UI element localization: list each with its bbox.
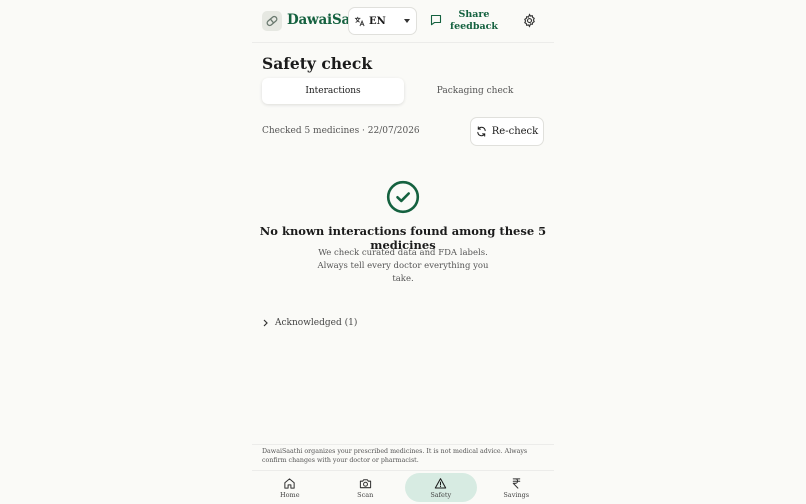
result-subtext: We check curated data and FDA labels. Al… xyxy=(317,248,489,284)
rupee-icon xyxy=(512,477,521,489)
refresh-icon xyxy=(477,126,486,137)
bottom-navigation: Home Scan Safety Savings xyxy=(252,470,554,504)
pill-logo-icon xyxy=(266,15,278,27)
home-icon xyxy=(284,477,295,489)
re-check-button[interactable]: Re-check xyxy=(470,117,544,146)
gear-icon[interactable] xyxy=(522,13,537,28)
nav-savings-label: Savings xyxy=(503,490,530,499)
nav-safety-label: Safety xyxy=(430,490,452,499)
language-value: EN xyxy=(369,15,386,27)
safety-tabs: Interactions Packaging check xyxy=(262,78,546,104)
share-feedback-button[interactable]: Share feedback xyxy=(450,9,498,33)
chevron-down-icon xyxy=(404,19,410,23)
app-frame: DawaiSaathi EN Share feedback Safety che… xyxy=(252,0,554,504)
checked-summary: Checked 5 medicines · 22/07/2026 xyxy=(262,126,420,136)
logo[interactable] xyxy=(262,11,282,31)
medical-disclaimer: DawaiSaathi organizes your prescribed me… xyxy=(252,444,554,470)
nav-savings[interactable]: Savings xyxy=(479,471,555,504)
acknowledged-toggle[interactable]: Acknowledged (1) xyxy=(262,318,357,328)
camera-icon xyxy=(359,478,371,488)
nav-scan-label: Scan xyxy=(357,490,374,499)
check-circle-icon xyxy=(386,180,420,214)
nav-scan[interactable]: Scan xyxy=(328,471,404,504)
page-title: Safety check xyxy=(262,54,373,73)
nav-home-label: Home xyxy=(279,490,300,499)
translate-icon xyxy=(354,16,365,26)
warning-triangle-icon xyxy=(435,477,447,488)
chevron-right-icon xyxy=(263,319,268,327)
chat-bubble-icon[interactable] xyxy=(430,14,442,26)
nav-home[interactable]: Home xyxy=(252,471,328,504)
re-check-label: Re-check xyxy=(491,126,539,137)
tab-interactions[interactable]: Interactions xyxy=(262,78,404,104)
language-select[interactable]: EN xyxy=(348,7,417,35)
acknowledged-label: Acknowledged (1) xyxy=(275,318,358,328)
top-header: DawaiSaathi EN Share feedback xyxy=(252,0,554,43)
tab-packaging-check[interactable]: Packaging check xyxy=(404,78,546,104)
nav-safety[interactable]: Safety xyxy=(403,471,479,504)
